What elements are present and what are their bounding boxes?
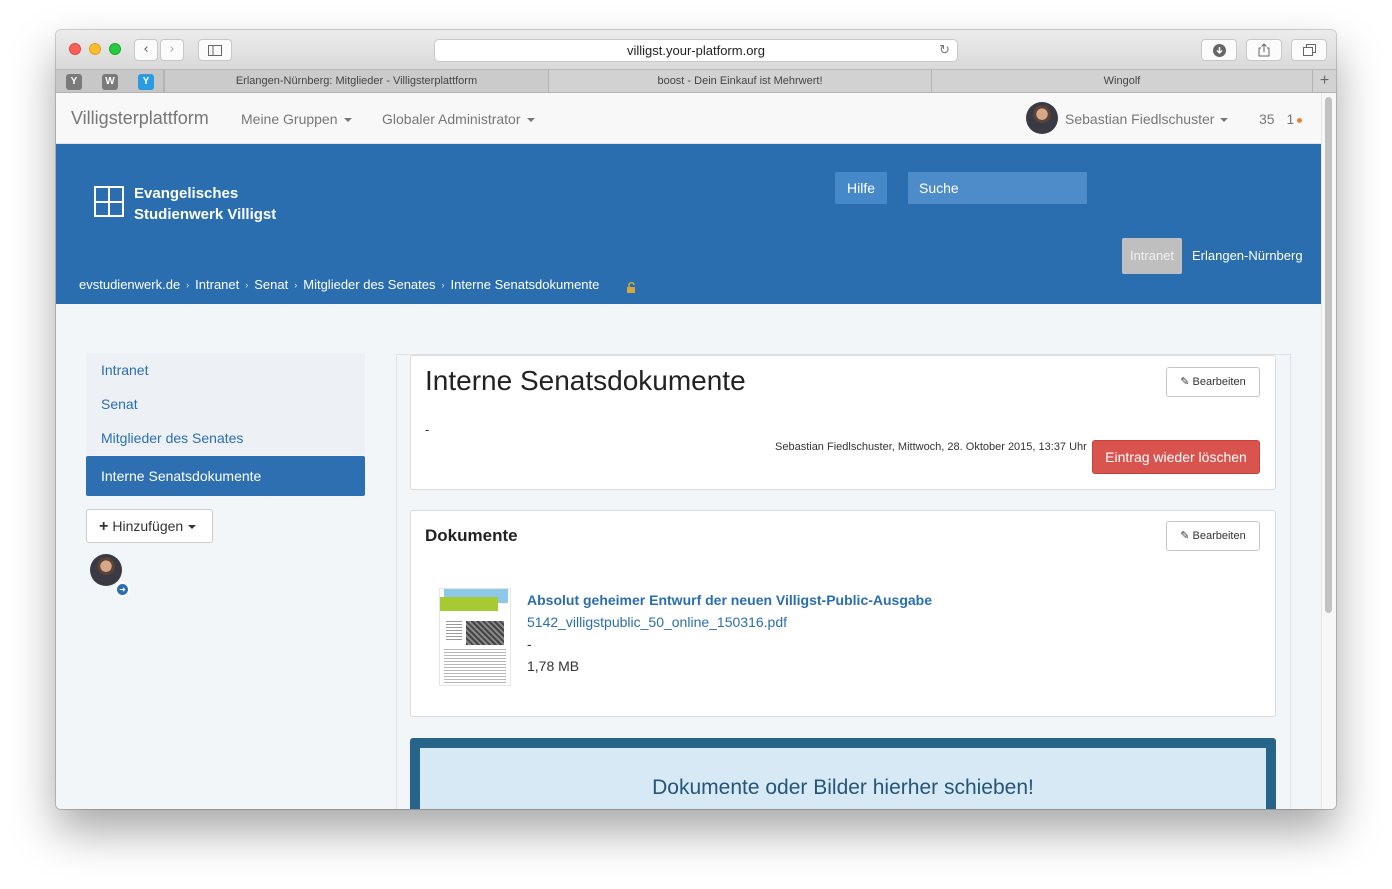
documents-title: Dokumente [425,526,518,545]
logo-cross-horizontal [96,201,122,203]
new-tab-button[interactable]: + [1312,70,1336,92]
sidebar-user-avatar[interactable] [90,554,122,586]
document-thumbnail[interactable] [439,588,511,686]
download-icon [1212,44,1226,57]
logo-icon[interactable] [94,186,124,217]
user-avatar[interactable] [1026,102,1058,134]
document-size: 1,78 MB [527,658,580,674]
reload-icon[interactable]: ↻ [939,40,950,61]
site-logo-text[interactable]: Evangelisches Studienwerk Villigst [134,183,276,225]
pinned-tab-y2[interactable]: Y [138,74,154,90]
user-name: Sebastian Fiedlschuster [1065,111,1215,127]
browser-tab[interactable]: boost - Dein Einkauf ist Mehrwert! [548,70,931,92]
page-scrollbar[interactable] [1321,93,1336,809]
breadcrumb-link[interactable]: evstudienwerk.de [79,277,180,292]
edit-label: Bearbeiten [1192,530,1246,542]
breadcrumb-link[interactable]: Senat [254,277,288,292]
browser-tab[interactable]: Wingolf [931,70,1312,92]
browser-tab[interactable]: Erlangen-Nürnberg: Mitglieder - Villigst… [164,70,548,92]
count-b: 1 [1286,111,1295,127]
user-menu-dropdown[interactable]: Sebastian Fiedlschuster [1065,111,1229,127]
logo-line1: Evangelisches [134,185,239,202]
tabs-icon [1302,44,1316,56]
file-dropzone[interactable]: Dokumente oder Bilder hierher schieben! [410,738,1276,809]
sidebar-icon [208,45,222,56]
page-content-text: - [425,422,430,437]
minimize-window-button[interactable] [89,43,101,55]
pinned-tab-w[interactable]: W [102,74,118,90]
caret-down-icon [343,118,352,123]
close-window-button[interactable] [69,43,81,55]
notification-counts[interactable]: 35 1 [1259,111,1303,127]
breadcrumb-link[interactable]: Intranet [195,277,239,292]
sidebar-item-senat[interactable]: Senat [86,387,365,421]
sidebar-item-intranet[interactable]: Intranet [86,353,365,387]
share-button[interactable] [1246,39,1282,61]
chevron-right-icon: › [169,42,175,57]
page-panel: Interne Senatsdokumente ✎ Bearbeiten - Se… [410,355,1276,490]
url-text: villigst.your-platform.org [627,43,765,58]
sidebar-item-mitglieder[interactable]: Mitglieder des Senates [86,421,365,455]
site-header: Evangelisches Studienwerk Villigst Hilfe… [56,144,1321,304]
title-bar: ‹ › villigst.your-platform.org ↻ [56,30,1336,69]
pinned-tabs: Y W Y [56,70,164,92]
help-button[interactable]: Hilfe [835,172,887,204]
forward-button[interactable]: › [160,39,184,61]
author-date-meta: Sebastian Fiedlschuster, Mittwoch, 28. O… [775,441,1087,453]
share-icon [1258,43,1270,57]
breadcrumb-separator-icon: › [245,279,249,290]
documents-panel: Dokumente ✎ Bearbeiten Absolut geheimer E… [410,510,1276,717]
caret-down-icon [188,525,197,530]
unlock-icon[interactable] [626,282,636,294]
edit-icon: ✎ [1180,529,1190,542]
document-title-link[interactable]: Absolut geheimer Entwurf der neuen Villi… [527,592,932,608]
add-button[interactable]: + Hinzufügen [86,509,213,543]
edit-icon: ✎ [1180,375,1190,388]
breadcrumb-separator-icon: › [441,279,445,290]
edit-label: Bearbeiten [1192,376,1246,388]
tab-erlangen-nuernberg[interactable]: Erlangen-Nürnberg [1192,248,1303,263]
arrow-right-icon: ➜ [115,582,130,597]
brand-link[interactable]: Villigsterplattform [71,108,209,129]
sidebar-item-senatsdokumente[interactable]: Interne Senatsdokumente [86,456,365,496]
nav-label: Meine Gruppen [241,111,338,127]
sidebar-toggle-button[interactable] [198,39,232,61]
page-title: Interne Senatsdokumente [425,365,746,396]
top-navbar: Villigsterplattform Meine Gruppen Global… [56,93,1321,144]
caret-down-icon [1220,118,1229,123]
page-viewport: Villigsterplattform Meine Gruppen Global… [56,93,1336,809]
browser-window: ‹ › villigst.your-platform.org ↻ Y W Y E… [56,30,1336,809]
breadcrumb-link[interactable]: Mitglieder des Senates [303,277,435,292]
scrollbar-thumb[interactable] [1325,97,1332,613]
downloads-button[interactable] [1201,39,1237,61]
tab-intranet[interactable]: Intranet [1122,238,1182,274]
count-a: 35 [1259,111,1275,127]
delete-entry-button[interactable]: Eintrag wieder löschen [1092,440,1260,474]
add-label: Hinzufügen [112,518,184,534]
plus-icon: + [99,518,109,535]
pinned-tab-y[interactable]: Y [66,74,82,90]
document-description: - [527,636,532,652]
caret-down-icon [526,118,535,123]
nav-label: Globaler Administrator [382,111,521,127]
nav-dropdown-groups[interactable]: Meine Gruppen [241,111,352,127]
document-filename-link[interactable]: 5142_villigstpublic_50_online_150316.pdf [527,614,787,630]
chevron-left-icon: ‹ [143,42,149,57]
breadcrumb: evstudienwerk.de › Intranet › Senat › Mi… [79,277,599,292]
edit-page-button[interactable]: ✎ Bearbeiten [1166,367,1260,397]
address-bar[interactable]: villigst.your-platform.org ↻ [434,39,958,62]
tabs-overview-button[interactable] [1291,39,1327,61]
notification-dot [1297,117,1303,123]
breadcrumb-separator-icon: › [294,279,298,290]
breadcrumb-current[interactable]: Interne Senatsdokumente [451,277,600,292]
zoom-window-button[interactable] [109,43,121,55]
back-button[interactable]: ‹ [134,39,158,61]
search-input[interactable] [908,172,1087,204]
tab-bar: Y W Y Erlangen-Nürnberg: Mitglieder - Vi… [56,69,1336,93]
edit-documents-button[interactable]: ✎ Bearbeiten [1166,521,1260,551]
breadcrumb-separator-icon: › [186,279,190,290]
nav-dropdown-admin[interactable]: Globaler Administrator [382,111,535,127]
logo-line2: Studienwerk Villigst [134,206,277,223]
